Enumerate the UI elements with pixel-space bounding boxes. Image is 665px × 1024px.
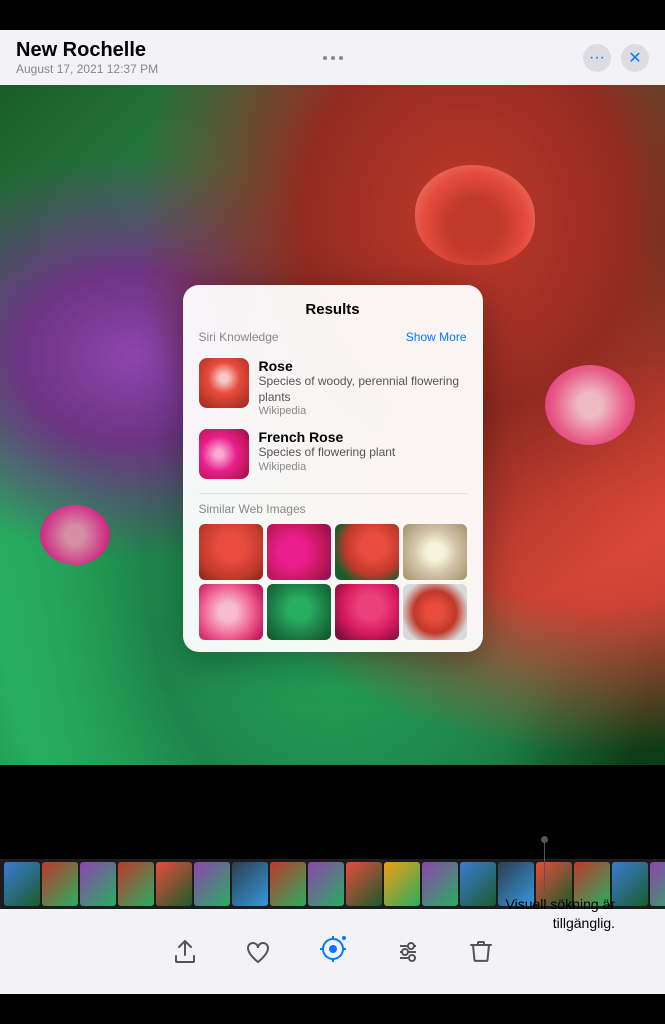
rose-text: Rose Species of woody, perennial floweri…	[259, 358, 467, 417]
dot-3	[339, 56, 343, 60]
french-rose-text: French Rose Species of flowering plant W…	[259, 429, 396, 473]
share-button[interactable]	[174, 940, 196, 964]
popup-divider	[199, 493, 467, 494]
strip-item[interactable]	[232, 862, 268, 906]
similar-web-images-label: Similar Web Images	[183, 502, 483, 516]
dot-2	[331, 56, 335, 60]
show-more-button[interactable]: Show More	[406, 330, 467, 344]
status-bar: 9:41 AM ▾ 100%	[0, 0, 665, 30]
favorite-button[interactable]	[246, 941, 270, 963]
callout-line1: Visuell sökning är	[506, 896, 615, 912]
popup-title: Results	[183, 301, 483, 318]
web-images-grid	[183, 524, 483, 640]
header-title-block: New Rochelle August 17, 2021 12:37 PM	[16, 39, 158, 76]
visual-search-button[interactable]	[320, 936, 346, 968]
strip-item[interactable]	[650, 862, 665, 906]
knowledge-item-rose[interactable]: Rose Species of woody, perennial floweri…	[183, 352, 483, 423]
header-center-dots	[323, 56, 343, 60]
siri-knowledge-row: Siri Knowledge Show More	[183, 330, 483, 344]
strip-item[interactable]	[460, 862, 496, 906]
web-image-8[interactable]	[403, 584, 467, 640]
photo-location-title: New Rochelle	[16, 39, 158, 62]
strip-item[interactable]	[156, 862, 192, 906]
siri-knowledge-label: Siri Knowledge	[199, 330, 279, 344]
rose-description: Species of woody, perennial flowering pl…	[259, 374, 467, 405]
flower-red-decoration	[415, 165, 535, 265]
web-image-6[interactable]	[267, 584, 331, 640]
web-image-3[interactable]	[335, 524, 399, 580]
french-rose-source: Wikipedia	[259, 461, 396, 473]
home-indicator	[273, 1012, 393, 1016]
rose-thumbnail	[199, 358, 249, 408]
rose-name: Rose	[259, 358, 467, 374]
strip-item[interactable]	[346, 862, 382, 906]
strip-item[interactable]	[612, 862, 648, 906]
battery-icon: 100%	[618, 8, 649, 22]
flower-pink2-decoration	[40, 505, 110, 565]
strip-item[interactable]	[422, 862, 458, 906]
visual-search-badge	[340, 934, 348, 942]
strip-item[interactable]	[384, 862, 420, 906]
flower-pink-decoration	[545, 365, 635, 445]
header: New Rochelle August 17, 2021 12:37 PM ··…	[0, 30, 665, 85]
strip-item[interactable]	[4, 862, 40, 906]
photo-area: Results Siri Knowledge Show More Rose Sp…	[0, 85, 665, 765]
web-image-5[interactable]	[199, 584, 263, 640]
delete-button[interactable]	[470, 940, 492, 964]
strip-item[interactable]	[118, 862, 154, 906]
status-time: 9:41 AM	[16, 8, 65, 23]
callout-text: Visuell sökning är tillgänglig.	[506, 895, 615, 934]
web-image-4[interactable]	[403, 524, 467, 580]
strip-item[interactable]	[270, 862, 306, 906]
french-rose-name: French Rose	[259, 429, 396, 445]
photo-date-subtitle: August 17, 2021 12:37 PM	[16, 62, 158, 76]
adjust-button[interactable]	[396, 941, 420, 963]
french-rose-thumbnail	[199, 429, 249, 479]
results-popup: Results Siri Knowledge Show More Rose Sp…	[183, 285, 483, 652]
wifi-icon: ▾	[606, 8, 612, 22]
web-image-1[interactable]	[199, 524, 263, 580]
dot-1	[323, 56, 327, 60]
strip-item[interactable]	[42, 862, 78, 906]
web-image-7[interactable]	[335, 584, 399, 640]
french-rose-description: Species of flowering plant	[259, 445, 396, 461]
strip-item[interactable]	[80, 862, 116, 906]
header-actions: ··· ✕	[583, 44, 649, 72]
strip-item[interactable]	[194, 862, 230, 906]
more-options-button[interactable]: ···	[583, 44, 611, 72]
knowledge-item-french-rose[interactable]: French Rose Species of flowering plant W…	[183, 423, 483, 485]
strip-item[interactable]	[308, 862, 344, 906]
callout-annotation: Visuell sökning är tillgänglig.	[506, 836, 615, 934]
rose-source: Wikipedia	[259, 405, 467, 417]
callout-line2: tillgänglig.	[553, 915, 615, 931]
close-button[interactable]: ✕	[621, 44, 649, 72]
status-icons: ▾ 100%	[606, 8, 649, 22]
web-image-2[interactable]	[267, 524, 331, 580]
